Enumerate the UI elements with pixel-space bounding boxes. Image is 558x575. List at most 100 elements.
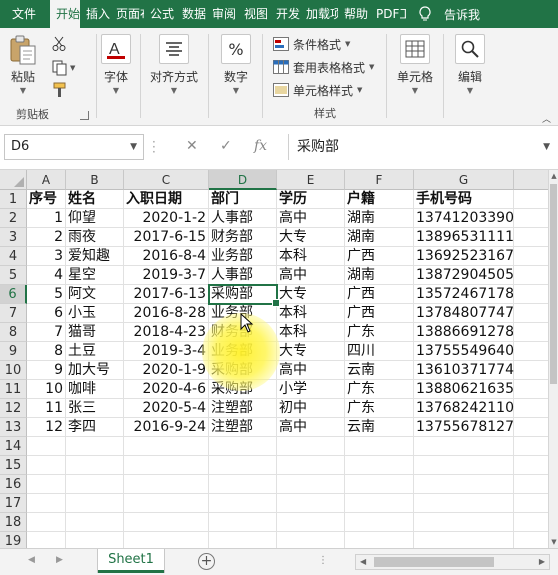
grid-cell[interactable]: 9 — [27, 361, 66, 380]
grid-cell[interactable]: 财务部 — [209, 228, 277, 247]
format-painter-icon[interactable] — [52, 82, 68, 98]
header-cell[interactable]: 入职日期 — [124, 190, 209, 209]
grid-cell[interactable]: 2020-4-6 — [124, 380, 209, 399]
grid-cell[interactable]: 云南 — [345, 361, 414, 380]
grid-cell[interactable] — [277, 475, 345, 494]
table-format-button[interactable]: 套用表格格式 ▼ — [273, 57, 374, 77]
grid-cell[interactable]: 5 — [27, 285, 66, 304]
select-all-corner[interactable] — [0, 170, 27, 190]
enter-icon[interactable]: ✓ — [220, 138, 232, 154]
insert-function-icon[interactable]: fx — [254, 138, 267, 154]
scroll-left-icon[interactable]: ◀ — [360, 555, 366, 569]
grid-cell[interactable]: 13896531111 — [414, 228, 514, 247]
grid-cell[interactable]: 2018-4-23 — [124, 323, 209, 342]
grid-cell[interactable] — [66, 437, 124, 456]
grid-cell[interactable] — [209, 532, 277, 548]
tab-1[interactable]: 开始 — [50, 0, 80, 28]
next-sheet-icon[interactable]: ▶ — [56, 555, 63, 565]
grid-cell[interactable]: 2020-1-2 — [124, 209, 209, 228]
grid-cell[interactable] — [514, 285, 548, 304]
grid-cell[interactable]: 13768242110 — [414, 399, 514, 418]
grid-cell[interactable]: 李四 — [66, 418, 124, 437]
grid-cell[interactable] — [66, 513, 124, 532]
cells-button[interactable]: 单元格 ▼ — [397, 34, 433, 95]
grid-cell[interactable]: 高中 — [277, 418, 345, 437]
grid-cell[interactable]: 云南 — [345, 418, 414, 437]
grid-cell[interactable]: 13886691278 — [414, 323, 514, 342]
column-header-a[interactable]: A — [27, 170, 66, 190]
row-header[interactable]: 16 — [0, 475, 27, 494]
grid-cell[interactable]: 2016-9-24 — [124, 418, 209, 437]
column-header-f[interactable]: F — [345, 170, 414, 190]
header-cell[interactable]: 手机号码 — [414, 190, 514, 209]
grid-cell[interactable] — [514, 437, 548, 456]
grid-cell[interactable] — [209, 494, 277, 513]
column-header-g[interactable]: G — [414, 170, 514, 190]
grid-cell[interactable]: 采购部 — [209, 285, 277, 304]
grid-cell[interactable] — [66, 494, 124, 513]
row-header[interactable]: 5 — [0, 266, 27, 285]
grid-cell[interactable]: 张三 — [66, 399, 124, 418]
grid-cell[interactable]: 2017-6-15 — [124, 228, 209, 247]
grid-cell[interactable] — [124, 456, 209, 475]
grid-cell[interactable]: 11 — [27, 399, 66, 418]
grid-cell[interactable] — [124, 437, 209, 456]
grid-cell[interactable] — [124, 494, 209, 513]
row-header[interactable]: 1 — [0, 190, 27, 209]
grid-cell[interactable]: 13692523167 — [414, 247, 514, 266]
grid-cell[interactable] — [277, 532, 345, 548]
grid-cell[interactable]: 4 — [27, 266, 66, 285]
grid-cell[interactable]: 雨夜 — [66, 228, 124, 247]
column-header-b[interactable]: B — [66, 170, 124, 190]
grid-cell[interactable] — [514, 323, 548, 342]
horizontal-scrollbar[interactable]: ◀ ▶ — [355, 554, 550, 570]
grid-cell[interactable] — [514, 399, 548, 418]
grid-cell[interactable]: 业务部 — [209, 304, 277, 323]
grid-cell[interactable] — [514, 342, 548, 361]
grid-cell[interactable] — [124, 532, 209, 548]
clipboard-launcher-icon[interactable] — [80, 111, 89, 120]
copy-icon[interactable] — [52, 60, 68, 76]
grid-cell[interactable] — [27, 475, 66, 494]
grid-cell[interactable] — [209, 513, 277, 532]
grid-cell[interactable]: 高中 — [277, 361, 345, 380]
tab-7[interactable]: 视图 — [238, 0, 270, 28]
grid-cell[interactable]: 6 — [27, 304, 66, 323]
grid-cell[interactable] — [514, 190, 548, 209]
grid-cell[interactable]: 13755549640 — [414, 342, 514, 361]
paste-button[interactable]: 粘贴 ▼ — [8, 34, 38, 95]
row-header[interactable]: 14 — [0, 437, 27, 456]
grid-cell[interactable] — [124, 475, 209, 494]
cut-icon[interactable] — [52, 36, 66, 52]
grid-cell[interactable]: 2016-8-28 — [124, 304, 209, 323]
row-header[interactable]: 19 — [0, 532, 27, 548]
tab-9[interactable]: 加载项 — [300, 0, 338, 28]
row-header[interactable]: 10 — [0, 361, 27, 380]
grid-cell[interactable]: 高中 — [277, 266, 345, 285]
row-header[interactable]: 15 — [0, 456, 27, 475]
grid-cell[interactable] — [514, 209, 548, 228]
grid-cell[interactable]: 2020-1-9 — [124, 361, 209, 380]
grid-cell[interactable] — [277, 456, 345, 475]
grid-cell[interactable] — [124, 513, 209, 532]
row-header[interactable]: 12 — [0, 399, 27, 418]
tab-4[interactable]: 公式 — [144, 0, 176, 28]
grid-cell[interactable]: 注塑部 — [209, 399, 277, 418]
header-cell[interactable]: 部门 — [209, 190, 277, 209]
prev-sheet-icon[interactable]: ◀ — [28, 555, 35, 565]
column-header-d[interactable]: D — [209, 170, 277, 190]
grid-cell[interactable]: 3 — [27, 247, 66, 266]
grid-cell[interactable]: 10 — [27, 380, 66, 399]
grid-cell[interactable]: 业务部 — [209, 247, 277, 266]
grid-cell[interactable] — [66, 532, 124, 548]
grid-cell[interactable] — [345, 494, 414, 513]
expand-formula-icon[interactable]: ▼ — [543, 134, 550, 160]
tab-5[interactable]: 数据 — [176, 0, 206, 28]
grid-cell[interactable] — [514, 266, 548, 285]
grid-cell[interactable]: 业务部 — [209, 342, 277, 361]
grid-cell[interactable]: 13880621635 — [414, 380, 514, 399]
grid-cell[interactable] — [27, 437, 66, 456]
grid-cell[interactable]: 大专 — [277, 285, 345, 304]
grid-cell[interactable] — [345, 532, 414, 548]
grid-cell[interactable]: 13872904505 — [414, 266, 514, 285]
